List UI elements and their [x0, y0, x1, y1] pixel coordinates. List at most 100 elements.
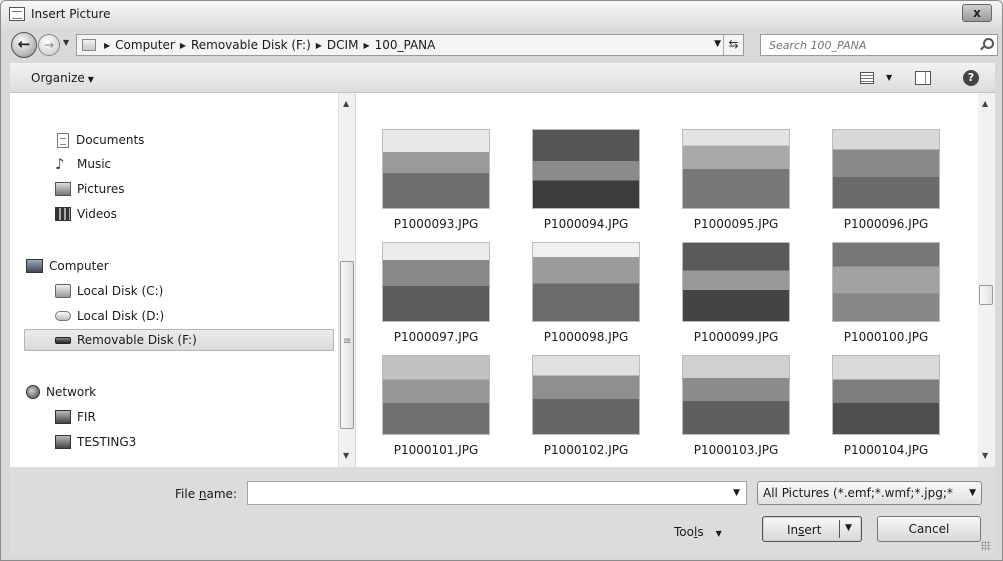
address-dropdown-button[interactable]: ▼	[714, 39, 721, 49]
file-item[interactable]: P1000100.JPG	[806, 234, 956, 344]
chevron-right-icon[interactable]: ▶	[363, 41, 369, 50]
nav-item-label: Local Disk (C:)	[77, 284, 164, 298]
file-name-combobox: ▼	[247, 481, 747, 505]
photo-thumbnail[interactable]	[682, 129, 790, 209]
nav-item-pictures[interactable]: Pictures	[55, 178, 125, 200]
forward-arrow-icon: →	[43, 38, 55, 52]
close-button[interactable]: x	[962, 4, 992, 22]
file-name: P1000096.JPG	[843, 217, 929, 231]
photo-thumbnail[interactable]	[682, 242, 790, 322]
file-item[interactable]: P1000094.JPG	[506, 121, 656, 231]
chevron-down-icon: ▼	[87, 75, 94, 84]
file-name-label-part: File	[175, 487, 199, 501]
forward-button[interactable]: →	[38, 34, 60, 56]
nav-item-network[interactable]: Network	[26, 381, 96, 403]
file-name-dropdown[interactable]: ▼	[733, 488, 740, 498]
file-name: P1000095.JPG	[693, 217, 779, 231]
tools-button[interactable]: Tools ▼	[674, 525, 722, 539]
file-item[interactable]: P1000097.JPG	[356, 234, 506, 344]
removable-disk-icon	[55, 336, 71, 344]
dialog-title: Insert Picture	[31, 7, 111, 21]
insert-label-part: ert	[804, 523, 822, 537]
nav-item-testing3[interactable]: TESTING3	[55, 431, 136, 453]
breadcrumb-dcim[interactable]: DCIM	[327, 38, 359, 52]
file-name: P1000099.JPG	[693, 330, 779, 344]
network-icon	[26, 385, 40, 399]
file-item[interactable]: P1000096.JPG	[806, 121, 956, 231]
file-item[interactable]: P1000103.JPG	[656, 347, 806, 457]
file-name: P1000100.JPG	[843, 330, 929, 344]
music-icon: ♪	[55, 155, 65, 173]
breadcrumb-removable-disk[interactable]: Removable Disk (F:)	[191, 38, 311, 52]
nav-item-local-disk-c[interactable]: Local Disk (C:)	[55, 280, 163, 302]
scroll-down-icon[interactable]: ▼	[982, 451, 988, 460]
network-computer-icon	[55, 435, 71, 449]
photo-thumbnail[interactable]	[532, 129, 640, 209]
insert-button[interactable]: Insert ▼	[762, 516, 862, 542]
change-view-icon[interactable]	[860, 72, 874, 84]
nav-item-computer[interactable]: Computer	[26, 255, 109, 277]
search-icon[interactable]	[980, 38, 994, 50]
nav-item-documents[interactable]: Documents	[55, 129, 144, 151]
network-computer-icon	[55, 410, 71, 424]
photo-thumbnail[interactable]	[532, 242, 640, 322]
photo-thumbnail[interactable]	[832, 242, 940, 322]
nav-item-music[interactable]: ♪ Music	[55, 153, 111, 175]
back-button[interactable]: ←	[11, 32, 37, 58]
file-item[interactable]: P1000099.JPG	[656, 234, 806, 344]
scroll-down-icon[interactable]: ▼	[343, 451, 349, 460]
hard-disk-icon	[55, 284, 71, 298]
file-item[interactable]: P1000093.JPG	[356, 121, 506, 231]
chevron-right-icon[interactable]: ▶	[180, 41, 186, 50]
photo-thumbnail[interactable]	[832, 355, 940, 435]
refresh-button[interactable]: ⇆	[723, 35, 743, 55]
breadcrumb-100-pana[interactable]: 100_PANA	[375, 38, 436, 52]
nav-item-label: Network	[46, 385, 97, 399]
view-options-dropdown[interactable]: ▼	[886, 73, 892, 82]
address-bar[interactable]: ▶ Computer ▶ Removable Disk (F:) ▶ DCIM …	[76, 34, 744, 56]
file-name-input[interactable]	[248, 482, 718, 504]
documents-icon	[57, 132, 69, 148]
breadcrumb-computer[interactable]: Computer	[115, 38, 175, 52]
file-item[interactable]: P1000104.JPG	[806, 347, 956, 457]
nav-item-removable-disk-f[interactable]: Removable Disk (F:)	[24, 329, 334, 351]
scroll-up-icon[interactable]: ▲	[343, 99, 349, 108]
search-input[interactable]	[761, 35, 961, 55]
photo-thumbnail[interactable]	[532, 355, 640, 435]
nav-item-label: Computer	[49, 259, 109, 273]
photo-thumbnail[interactable]	[382, 129, 490, 209]
nav-item-local-disk-d[interactable]: Local Disk (D:)	[55, 305, 164, 327]
file-name-label: File name:	[175, 487, 237, 501]
photo-thumbnail[interactable]	[682, 355, 790, 435]
help-icon[interactable]: ?	[963, 70, 979, 86]
scrollbar-thumb[interactable]	[340, 261, 354, 429]
photo-thumbnail[interactable]	[382, 242, 490, 322]
nav-item-label: TESTING3	[77, 435, 137, 449]
file-item[interactable]: P1000095.JPG	[656, 121, 806, 231]
photo-thumbnail[interactable]	[382, 355, 490, 435]
chevron-right-icon[interactable]: ▶	[104, 41, 110, 50]
file-item[interactable]: P1000102.JPG	[506, 347, 656, 457]
preview-pane-icon[interactable]	[915, 71, 931, 85]
navigation-scrollbar[interactable]: ▲ ▼	[338, 93, 355, 467]
nav-item-fir[interactable]: FIR	[55, 406, 96, 428]
organize-button[interactable]: Organize ▼	[31, 71, 94, 85]
file-list-scrollbar[interactable]: ▲ ▼	[978, 93, 995, 467]
dialog-footer: File name: ▼ All Pictures (*.emf;*.wmf;*…	[10, 467, 995, 555]
insert-options-dropdown[interactable]: ▼	[845, 523, 852, 533]
nav-item-label: Documents	[76, 133, 145, 147]
tools-label-part: s	[697, 525, 704, 539]
close-icon: x	[973, 6, 981, 20]
file-type-select[interactable]: All Pictures (*.emf;*.wmf;*.jpg;* ▼	[757, 481, 982, 505]
recent-pages-dropdown[interactable]: ▼	[63, 38, 69, 47]
file-item[interactable]: P1000101.JPG	[356, 347, 506, 457]
chevron-right-icon[interactable]: ▶	[316, 41, 322, 50]
scrollbar-thumb[interactable]	[979, 285, 993, 305]
file-name-label-accelerator: n	[198, 487, 207, 501]
photo-thumbnail[interactable]	[832, 129, 940, 209]
nav-item-videos[interactable]: Videos	[55, 203, 117, 225]
file-item[interactable]: P1000098.JPG	[506, 234, 656, 344]
resize-grip[interactable]	[981, 541, 991, 551]
cancel-button[interactable]: Cancel	[877, 516, 981, 542]
scroll-up-icon[interactable]: ▲	[982, 99, 988, 108]
